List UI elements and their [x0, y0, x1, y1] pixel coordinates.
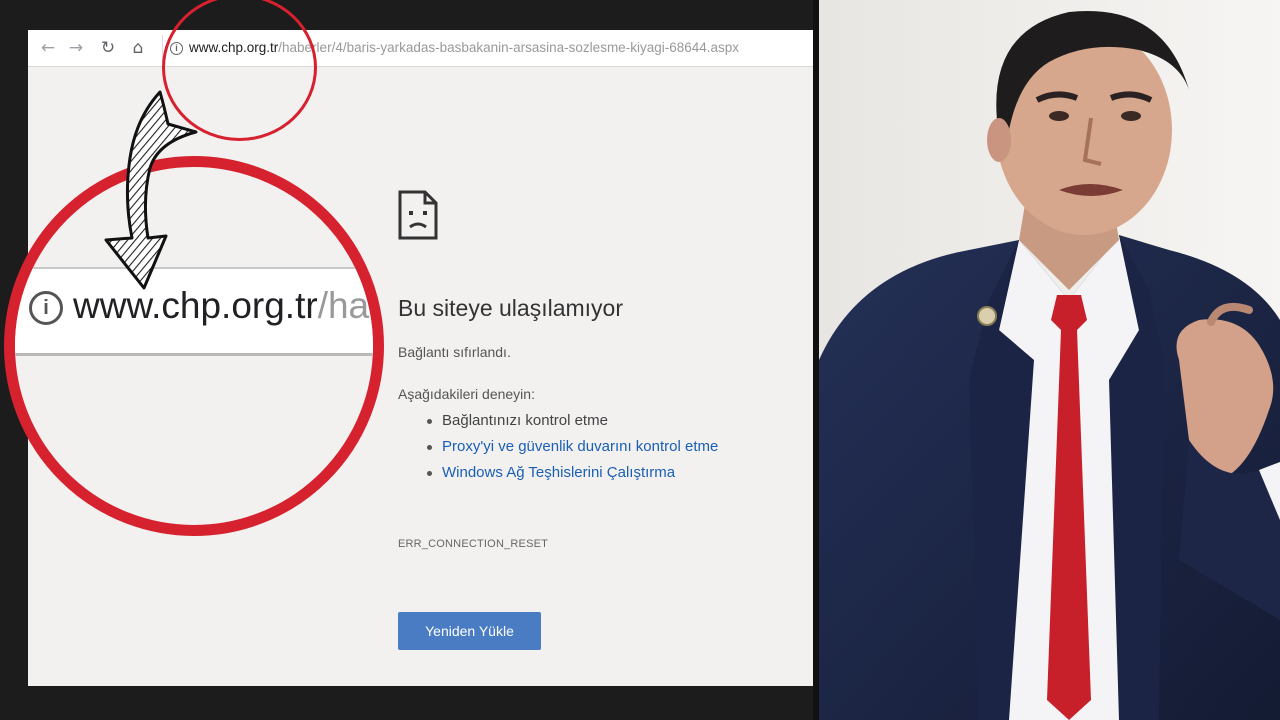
reload-icon[interactable]: ↻ — [98, 38, 118, 58]
url-path: /haberler/4/baris-yarkadas-basbakanin-ar… — [278, 40, 740, 55]
sad-page-icon — [398, 190, 438, 240]
forward-button[interactable]: → — [66, 38, 86, 58]
browser-toolbar: ← → ↻ ⌂ i www.chp.org.tr/haberler/4/bari… — [28, 30, 817, 67]
zoomed-info-icon: i — [29, 291, 63, 325]
error-code: ERR_CONNECTION_RESET — [398, 538, 549, 550]
curved-arrow-icon — [104, 90, 198, 290]
try-label: Aşağıdakileri deneyin: — [398, 386, 535, 402]
home-icon[interactable]: ⌂ — [128, 38, 148, 58]
suggestion-check-proxy-link[interactable]: Proxy'yi ve güvenlik duvarını kontrol et… — [442, 438, 718, 455]
suggestion-network-diagnostics-link[interactable]: Windows Ağ Teşhislerini Çalıştırma — [442, 464, 675, 481]
error-title: Bu siteye ulaşılamıyor — [398, 295, 623, 321]
speaker-photo — [819, 0, 1280, 720]
speaker-illustration — [819, 0, 1280, 720]
suggestion-item: Proxy'yi ve güvenlik duvarını kontrol et… — [426, 434, 718, 460]
back-button[interactable]: ← — [38, 38, 58, 58]
zoomed-url-path: /ha — [317, 285, 370, 326]
suggestion-check-connection: Bağlantınızı kontrol etme — [442, 412, 608, 429]
suggestion-list: Bağlantınızı kontrol etme Proxy'yi ve gü… — [398, 408, 718, 486]
suggestion-item: Windows Ağ Teşhislerini Çalıştırma — [426, 460, 718, 486]
error-description: Bağlantı sıfırlandı. — [398, 344, 511, 360]
reload-button[interactable]: Yeniden Yükle — [398, 612, 541, 650]
suggestion-item: Bağlantınızı kontrol etme — [426, 408, 718, 434]
